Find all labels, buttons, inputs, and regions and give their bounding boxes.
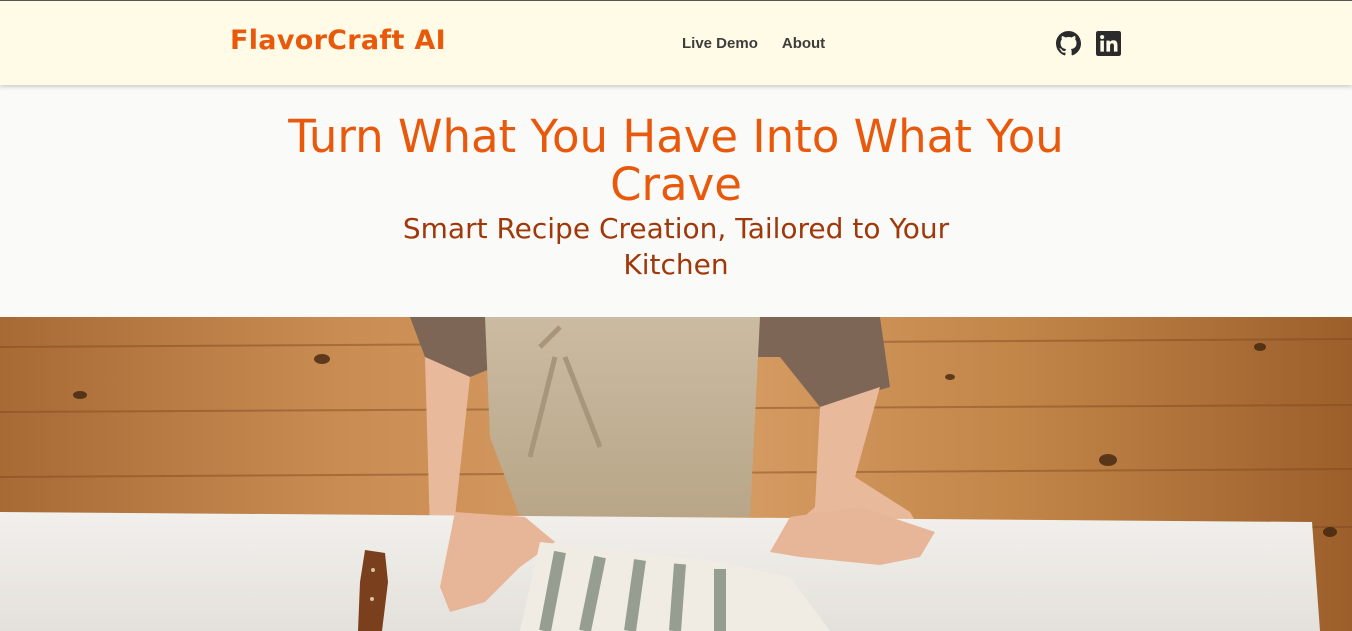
hero-image xyxy=(0,317,1352,631)
nav-link-live-demo[interactable]: Live Demo xyxy=(682,35,758,52)
hero-title: Turn What You Have Into What You Crave xyxy=(288,110,1064,211)
linkedin-icon[interactable] xyxy=(1096,31,1121,56)
hero-section: Turn What You Have Into What You Crave S… xyxy=(0,85,1352,317)
github-icon[interactable] xyxy=(1056,31,1081,56)
nav-link-about[interactable]: About xyxy=(782,35,825,52)
hero-subtitle: Smart Recipe Creation, Tailored to Your … xyxy=(402,212,950,281)
nav-links: Live Demo About xyxy=(682,35,825,52)
navbar: FlavorCraft AI Live Demo About xyxy=(0,0,1352,85)
brand-logo[interactable]: FlavorCraft AI xyxy=(230,25,446,56)
social-links xyxy=(1056,31,1121,56)
